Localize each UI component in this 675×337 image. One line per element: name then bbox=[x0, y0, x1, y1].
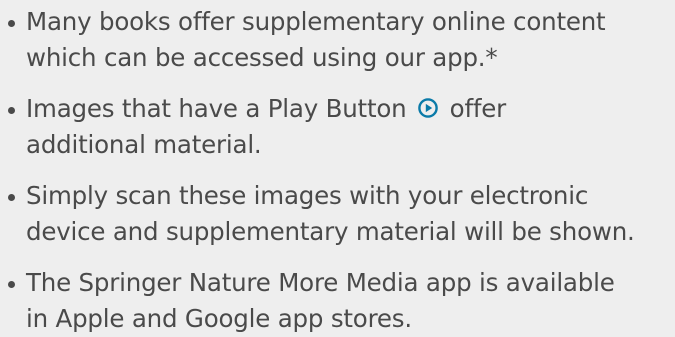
bullet-text-line-with-icon: Images that have a Play Button offer bbox=[26, 91, 675, 127]
bullet-text-line: device and supplementary material will b… bbox=[26, 217, 635, 246]
bullet-text-line: Many books offer supplementary online co… bbox=[26, 7, 606, 36]
bullet-text-line: which can be accessed using our app.* bbox=[26, 43, 498, 72]
bullet-text-line: The Springer Nature More Media app is av… bbox=[26, 268, 615, 297]
bullet-item-play-button: Images that have a Play Button offer add… bbox=[0, 91, 675, 163]
bullet-text-before-icon: Images that have a Play Button bbox=[26, 94, 415, 123]
bullet-dot bbox=[8, 107, 15, 114]
bullet-item-app-availability: The Springer Nature More Media app is av… bbox=[0, 265, 675, 337]
bullet-list: Many books offer supplementary online co… bbox=[0, 4, 675, 337]
bullet-text-line: in Apple and Google app stores. bbox=[26, 304, 412, 333]
bullet-dot bbox=[8, 20, 15, 27]
play-circle-icon bbox=[418, 98, 438, 118]
page: Many books offer supplementary online co… bbox=[0, 0, 675, 334]
bullet-dot bbox=[8, 194, 15, 201]
bullet-item-scan-images: Simply scan these images with your elect… bbox=[0, 178, 675, 250]
bullet-text-line: additional material. bbox=[26, 130, 262, 159]
bullet-item-supplementary-content: Many books offer supplementary online co… bbox=[0, 4, 675, 76]
bullet-dot bbox=[8, 281, 15, 288]
bullet-text-after-icon: offer bbox=[442, 94, 507, 123]
bullet-text-line: Simply scan these images with your elect… bbox=[26, 181, 589, 210]
